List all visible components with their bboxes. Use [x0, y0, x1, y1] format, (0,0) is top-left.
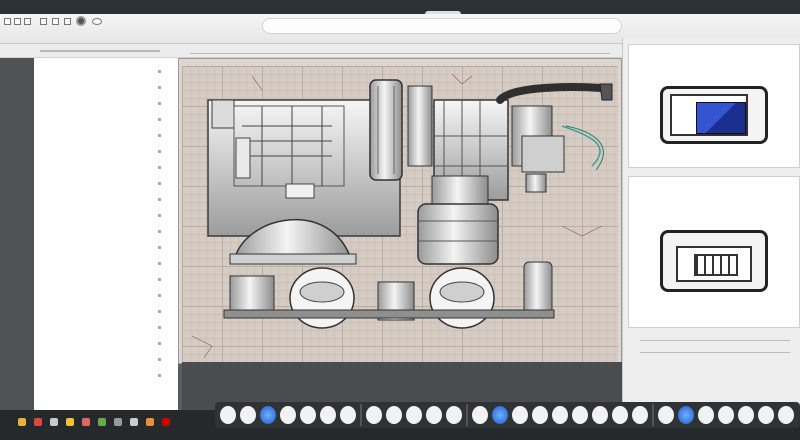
app-icon[interactable] [82, 418, 90, 426]
base-rail [223, 309, 555, 319]
dock-app-icon[interactable] [386, 406, 402, 424]
dock-app-icon[interactable] [260, 406, 276, 424]
app-icon[interactable] [130, 418, 138, 426]
dock-app-icon[interactable] [300, 406, 316, 424]
dock-app-icon[interactable] [512, 406, 528, 424]
dock-app-icon[interactable] [738, 406, 754, 424]
dock-app-icon[interactable] [778, 406, 794, 424]
dock-app-icon[interactable] [698, 406, 714, 424]
ruler-line [190, 53, 610, 54]
cylinder-mid [407, 85, 433, 167]
record-icon[interactable] [92, 18, 102, 25]
doc-icon[interactable] [14, 18, 21, 25]
left-panel[interactable] [34, 58, 178, 410]
app-icon[interactable] [50, 418, 58, 426]
cylinder-left [369, 79, 403, 181]
dock-separator [466, 404, 468, 426]
dock-separator [652, 404, 654, 426]
dock-app-icon[interactable] [240, 406, 256, 424]
doc-icon[interactable] [64, 18, 71, 25]
dock-app-icon[interactable] [280, 406, 296, 424]
doc-icon[interactable] [52, 18, 59, 25]
dock-app-icon[interactable] [472, 406, 488, 424]
app-icon[interactable] [66, 418, 74, 426]
app-icon[interactable] [98, 418, 106, 426]
app-icon[interactable] [34, 418, 42, 426]
canister [523, 261, 553, 315]
top-strip [0, 0, 800, 14]
dock-app-icon[interactable] [658, 406, 674, 424]
dock-app-icon[interactable] [406, 406, 422, 424]
dock-app-icon[interactable] [220, 406, 236, 424]
dock-separator [360, 404, 362, 426]
dock-app-icon[interactable] [632, 406, 648, 424]
mechanical-assembly-drawing[interactable] [182, 66, 618, 362]
cable [561, 125, 601, 167]
dock-app-icon[interactable] [572, 406, 588, 424]
ruler-line [40, 50, 160, 52]
app-icon[interactable] [162, 418, 170, 426]
dock-app-icon[interactable] [340, 406, 356, 424]
grid-icon [694, 254, 738, 276]
dock-app-icon[interactable] [592, 406, 608, 424]
dock-app-icon[interactable] [758, 406, 774, 424]
app-icon[interactable] [114, 418, 122, 426]
dock-app-icon[interactable] [552, 406, 568, 424]
dock-app-icon[interactable] [532, 406, 548, 424]
divider [640, 340, 790, 341]
panel-scroll-markers [158, 70, 162, 390]
dock-app-icon[interactable] [612, 406, 628, 424]
app-icon[interactable] [18, 418, 26, 426]
dock-app-icon[interactable] [366, 406, 382, 424]
app-icon[interactable] [146, 418, 154, 426]
dock-app-icon[interactable] [426, 406, 442, 424]
doc-icon[interactable] [4, 18, 11, 25]
dock-app-icon[interactable] [320, 406, 336, 424]
dock-app-icon[interactable] [678, 406, 694, 424]
address-bar[interactable] [262, 18, 622, 34]
dock-app-icon[interactable] [446, 406, 462, 424]
hose [496, 83, 606, 104]
divider [640, 352, 790, 353]
doc-icon[interactable] [40, 18, 47, 25]
doc-icon[interactable] [24, 18, 31, 25]
left-gutter [0, 58, 34, 410]
dock-app-icon[interactable] [718, 406, 734, 424]
dock-app-icon[interactable] [492, 406, 508, 424]
window-accent [696, 102, 746, 134]
gear-icon[interactable] [76, 16, 86, 26]
flange-left [229, 275, 275, 313]
screen [0, 0, 800, 440]
bearing-housing [417, 203, 499, 265]
